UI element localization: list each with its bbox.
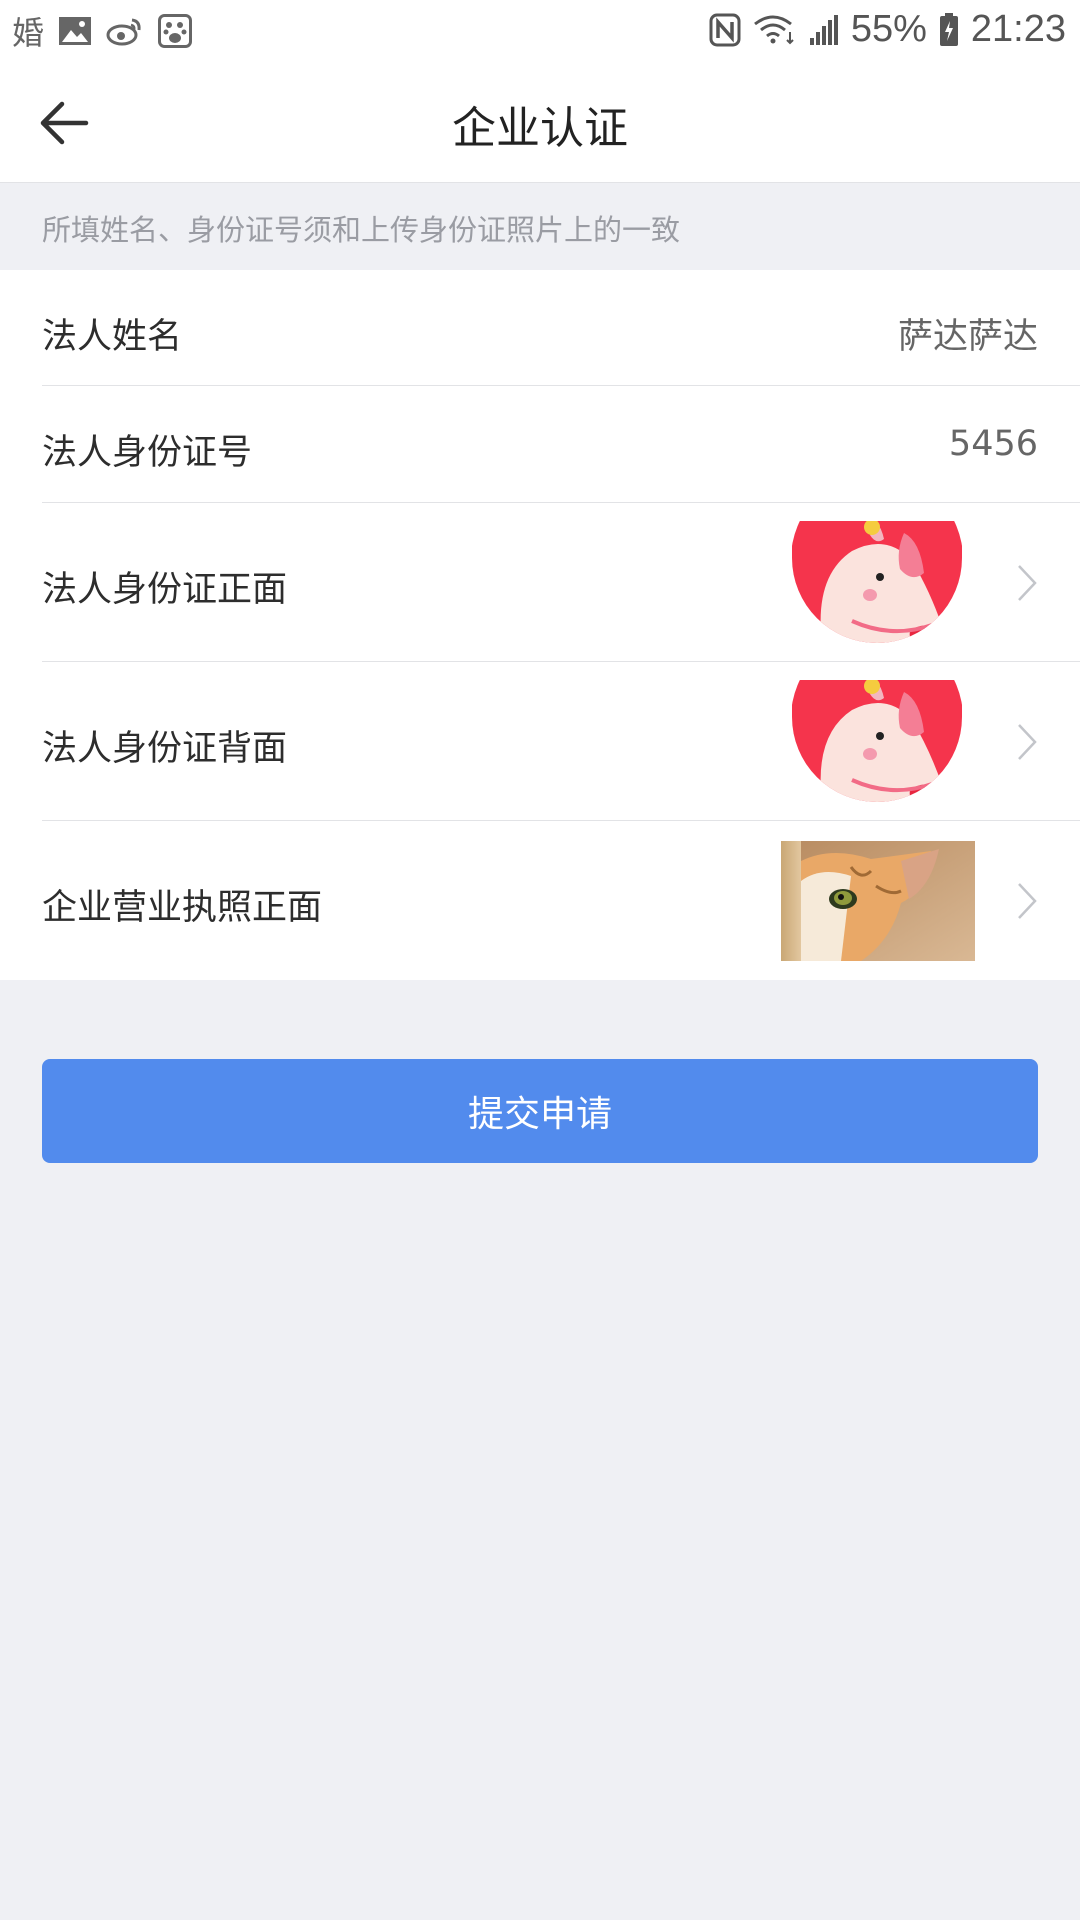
image-icon [58,16,92,46]
header: 企业认证 [0,62,1080,183]
nfc-icon [709,13,741,47]
battery-icon [939,12,959,47]
chevron-right-icon [1018,565,1037,601]
notification-char: 婚 [12,14,45,52]
weibo-icon [106,16,144,46]
license-label: 企业营业执照正面 [42,888,323,928]
verification-form: 法人姓名 萨达萨达 法人身份证号 5456 法人身份证正面 法人身份证背面 企业… [0,270,1080,980]
status-bar-left: 婚 [12,8,193,54]
license-thumbnail[interactable] [781,841,975,961]
page-title: 企业认证 [452,103,628,154]
rhino-avatar-image [792,521,962,643]
clock: 21:23 [970,8,1066,50]
id-number-value[interactable]: 5456 [949,424,1038,464]
signal-icon [809,14,839,46]
rhino-avatar-image [792,680,962,802]
battery-percent: 55% [850,8,927,50]
name-label: 法人姓名 [42,317,183,357]
name-row[interactable]: 法人姓名 萨达萨达 [0,270,1080,386]
chevron-right-icon [1018,724,1037,760]
id-back-thumbnail[interactable] [792,680,962,802]
notice-banner: 所填姓名、身份证号须和上传身份证照片上的一致 [0,183,1080,269]
chevron-right-icon [1018,883,1037,919]
notice-text: 所填姓名、身份证号须和上传身份证照片上的一致 [42,213,681,247]
name-value[interactable]: 萨达萨达 [898,308,1038,359]
wifi-icon [753,14,797,46]
status-bar: 婚 55% 21:23 [0,0,1080,62]
id-back-label: 法人身份证背面 [42,729,288,769]
baidu-icon [158,14,193,48]
id-number-label: 法人身份证号 [42,433,253,473]
cat-photo-image [781,841,975,961]
status-bar-right: 55% 21:23 [709,8,1066,51]
id-front-label: 法人身份证正面 [42,570,288,610]
id-front-row[interactable]: 法人身份证正面 [0,503,1080,662]
id-back-row[interactable]: 法人身份证背面 [0,662,1080,821]
id-number-row[interactable]: 法人身份证号 5456 [0,386,1080,503]
id-front-thumbnail[interactable] [792,521,962,643]
license-row[interactable]: 企业营业执照正面 [0,821,1080,980]
submit-button[interactable]: 提交申请 [42,1059,1038,1163]
